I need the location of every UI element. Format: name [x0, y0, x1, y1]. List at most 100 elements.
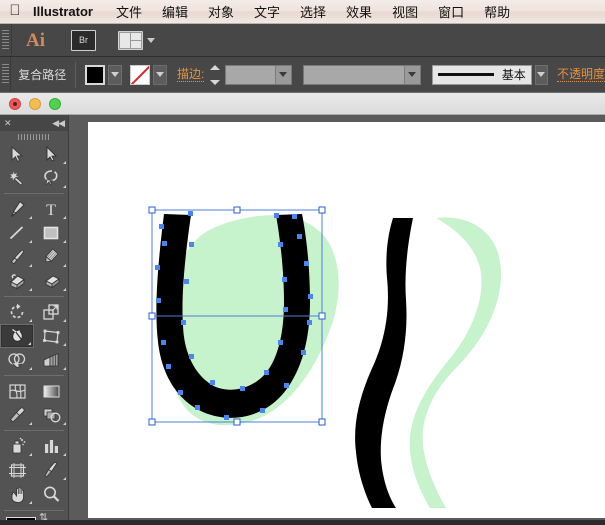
illustrator-window:  Illustrator 文件 编辑 对象 文字 选择 效果 视图 窗口 帮助… [0, 0, 605, 525]
hand-tool[interactable] [0, 482, 34, 506]
stepper-down-icon[interactable] [210, 79, 221, 85]
apple-logo-icon[interactable]:  [0, 3, 30, 20]
appbar-grip[interactable] [0, 24, 12, 56]
menu-item-select[interactable]: 选择 [290, 2, 336, 21]
fill-chevron-down-icon[interactable] [108, 64, 123, 85]
eyedropper-tool[interactable] [0, 403, 34, 427]
artwork-svg[interactable] [88, 122, 605, 518]
artboard-tool[interactable] [0, 458, 34, 482]
opacity-label[interactable]: 不透明度 [556, 67, 605, 82]
lasso-tool[interactable] [34, 166, 68, 190]
tools-grid: T [0, 142, 68, 506]
close-icon[interactable]: ✕ [4, 118, 12, 128]
menu-app-name[interactable]: Illustrator [30, 4, 106, 19]
stroke-chevron-down-icon[interactable] [152, 64, 167, 85]
tool-flyout-indicator[interactable] [29, 216, 32, 219]
tool-flyout-indicator[interactable] [29, 288, 32, 291]
pen-tool[interactable] [0, 197, 34, 221]
controlbar-grip[interactable] [0, 57, 12, 92]
stroke-swatch-group[interactable] [129, 64, 167, 85]
tools-panel: ✕ ◀◀ T ⇅ [0, 115, 69, 525]
menu-item-window[interactable]: 窗口 [428, 2, 474, 21]
selection-tool[interactable] [0, 142, 34, 166]
eraser-tool[interactable] [34, 269, 68, 293]
menu-item-object[interactable]: 对象 [198, 2, 244, 21]
stroke-weight-label[interactable]: 描边: [176, 67, 205, 82]
tool-flyout-indicator[interactable] [63, 185, 66, 188]
tool-flyout-indicator[interactable] [63, 367, 66, 370]
blob-brush-tool[interactable] [0, 269, 34, 293]
tool-flyout-indicator[interactable] [63, 288, 66, 291]
tools-panel-grip[interactable] [0, 131, 68, 142]
magic-wand-tool[interactable] [0, 166, 34, 190]
fill-color-swatch[interactable] [85, 64, 106, 85]
width-tool[interactable] [0, 324, 34, 348]
zoom-tool[interactable] [34, 482, 68, 506]
menu-item-view[interactable]: 视图 [382, 2, 428, 21]
collapse-panel-icon[interactable]: ◀◀ [52, 118, 65, 128]
paintbrush-tool[interactable] [0, 245, 34, 269]
column-graph-tool[interactable] [34, 434, 68, 458]
stroke-profile-chevron-down-icon[interactable] [403, 65, 420, 84]
fill-swatch-group[interactable] [85, 64, 123, 85]
menu-item-type[interactable]: 文字 [244, 2, 290, 21]
menu-item-help[interactable]: 帮助 [474, 2, 520, 21]
direct-selection-tool[interactable] [34, 142, 68, 166]
rotate-tool[interactable] [0, 300, 34, 324]
divider [75, 61, 77, 88]
tool-flyout-indicator[interactable] [63, 319, 66, 322]
slice-tool[interactable] [34, 458, 68, 482]
canvas-area[interactable] [69, 115, 605, 525]
stroke-color-swatch[interactable] [129, 64, 150, 85]
shape-builder-tool[interactable] [0, 348, 34, 372]
tool-flyout-indicator[interactable] [29, 501, 32, 504]
stroke-profile-field[interactable] [302, 64, 421, 85]
arrange-documents-icon[interactable] [118, 30, 143, 50]
tool-flyout-indicator[interactable] [63, 422, 66, 425]
close-button[interactable] [9, 97, 21, 110]
tools-divider [4, 430, 64, 431]
free-transform-tool[interactable] [34, 324, 68, 348]
blend-tool[interactable] [34, 403, 68, 427]
tool-flyout-indicator[interactable] [29, 422, 32, 425]
type-tool[interactable]: T [34, 197, 68, 221]
arrange-chevron-down-icon[interactable] [147, 37, 155, 43]
scale-tool[interactable] [34, 300, 68, 324]
gradient-tool[interactable] [34, 379, 68, 403]
green-blob-right[interactable] [409, 217, 501, 509]
line-segment-tool[interactable] [0, 221, 34, 245]
go-to-bridge-button[interactable]: Br [71, 29, 96, 51]
rectangle-tool[interactable] [34, 221, 68, 245]
black-s-stroke[interactable] [355, 218, 413, 508]
perspective-grid-tool[interactable] [34, 348, 68, 372]
tool-flyout-indicator[interactable] [29, 319, 32, 322]
brush-name-value: 基本 [501, 68, 526, 82]
menu-item-edit[interactable]: 编辑 [152, 2, 198, 21]
stroke-weight-field[interactable] [224, 64, 292, 85]
zoom-button[interactable] [49, 97, 61, 110]
stepper-up-icon[interactable] [210, 64, 221, 70]
tool-flyout-indicator[interactable] [29, 453, 32, 456]
brush-definition-field[interactable]: 基本 [431, 64, 532, 85]
brush-chevron-down-icon[interactable] [534, 64, 548, 85]
stroke-weight-stepper[interactable] [210, 64, 221, 85]
minimize-button[interactable] [29, 97, 41, 110]
mesh-tool[interactable] [0, 379, 34, 403]
tool-flyout-indicator[interactable] [63, 477, 66, 480]
menu-item-file[interactable]: 文件 [106, 2, 152, 21]
menu-item-effect[interactable]: 效果 [336, 2, 382, 21]
stroke-weight-chevron-down-icon[interactable] [274, 65, 291, 84]
tool-flyout-indicator[interactable] [29, 264, 32, 267]
pencil-tool[interactable] [34, 245, 68, 269]
tool-flyout-indicator[interactable] [63, 161, 66, 164]
tool-flyout-indicator[interactable] [63, 240, 66, 243]
symbol-sprayer-tool[interactable] [0, 434, 34, 458]
tool-flyout-indicator[interactable] [63, 264, 66, 267]
tool-flyout-indicator[interactable] [29, 240, 32, 243]
tool-flyout-indicator[interactable] [63, 343, 66, 346]
artboard[interactable] [88, 122, 605, 518]
tool-flyout-indicator[interactable] [28, 342, 31, 345]
tool-flyout-indicator[interactable] [63, 453, 66, 456]
tool-flyout-indicator[interactable] [29, 367, 32, 370]
tool-flyout-indicator[interactable] [63, 216, 66, 219]
